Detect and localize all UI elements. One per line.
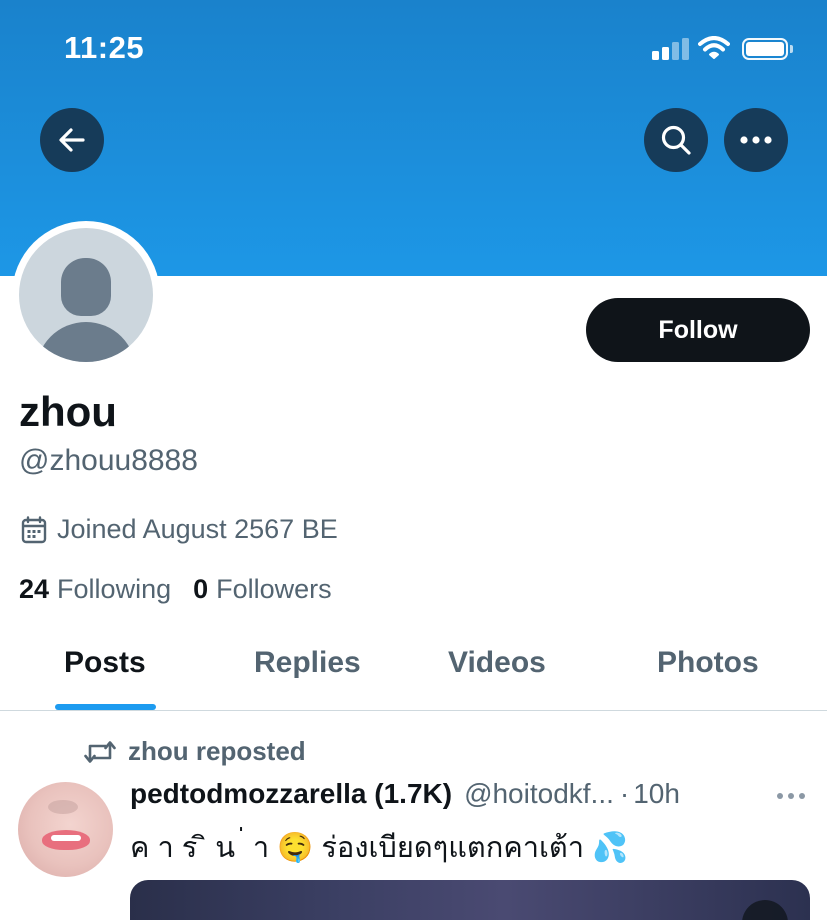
signal-bar <box>662 47 669 60</box>
followers-count: 0 <box>193 574 209 604</box>
post-media[interactable] <box>130 880 810 920</box>
post-timestamp[interactable]: 10h <box>633 778 680 810</box>
post-separator: · <box>619 778 630 809</box>
battery-tip <box>790 45 793 53</box>
arrow-left-icon <box>59 128 85 152</box>
more-button[interactable] <box>724 108 788 172</box>
joined-text: Joined August 2567 BE <box>57 514 338 544</box>
default-avatar-icon <box>19 228 153 362</box>
profile-tabs: Posts Replies Videos Photos <box>0 630 827 711</box>
following-label: Following <box>57 574 172 604</box>
repost-label: zhou reposted <box>128 736 306 766</box>
followers-link[interactable]: 0 Followers <box>193 574 332 605</box>
repost-indicator: zhou reposted <box>84 736 306 767</box>
back-button[interactable] <box>40 108 104 172</box>
user-handle: @zhouu8888 <box>19 444 198 477</box>
status-time: 11:25 <box>64 30 145 65</box>
follow-button[interactable]: Follow <box>586 298 810 362</box>
tab-photos[interactable]: Photos <box>657 646 759 680</box>
signal-bar <box>682 38 689 60</box>
repost-icon <box>84 740 116 763</box>
active-tab-indicator <box>55 704 156 710</box>
post-header: pedtodmozzarella (1.7K) @hoitodkf... · 1… <box>130 778 680 810</box>
profile-avatar[interactable] <box>12 221 160 369</box>
tab-videos[interactable]: Videos <box>448 646 546 680</box>
post-text: ค า ร ิ น ่ า 🤤 ร่องเบียดๆแตกคาเต้า 💦 <box>130 832 629 864</box>
post-more-icon[interactable] <box>776 792 806 800</box>
wifi-icon <box>698 36 730 59</box>
display-name: zhou <box>19 388 117 435</box>
battery-icon <box>742 38 788 60</box>
search-button[interactable] <box>644 108 708 172</box>
post-author-avatar[interactable] <box>18 782 113 877</box>
signal-bar <box>652 51 659 60</box>
post-author-name[interactable]: pedtodmozzarella (1.7K) <box>130 778 452 810</box>
signal-bar <box>672 42 679 60</box>
media-badge-icon <box>742 900 788 920</box>
tab-posts[interactable]: Posts <box>64 646 146 680</box>
search-icon <box>661 125 691 155</box>
following-link[interactable]: 24 Following <box>19 574 171 605</box>
post-author-handle[interactable]: @hoitodkf... <box>464 778 614 810</box>
following-count: 24 <box>19 574 50 604</box>
follow-stats: 24 Following 0 Followers <box>19 574 332 605</box>
calendar-icon <box>21 515 47 543</box>
joined-date: Joined August 2567 BE <box>21 514 338 545</box>
tab-replies[interactable]: Replies <box>254 646 361 680</box>
followers-label: Followers <box>216 574 332 604</box>
more-horizontal-icon <box>740 136 772 144</box>
